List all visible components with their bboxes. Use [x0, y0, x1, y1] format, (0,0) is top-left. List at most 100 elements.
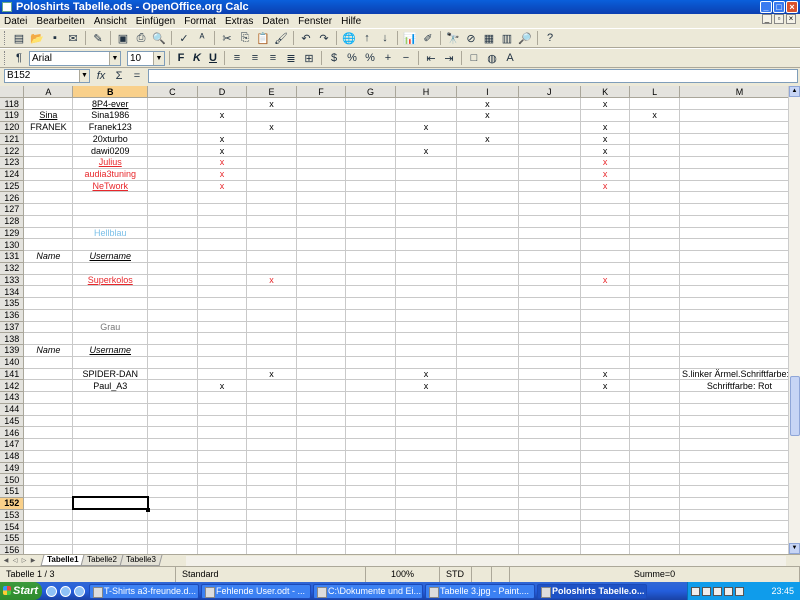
cell-a[interactable] — [23, 168, 74, 181]
cell-i[interactable] — [456, 332, 519, 345]
cell-d[interactable] — [197, 462, 248, 475]
cell-l[interactable] — [629, 473, 680, 486]
cell-i[interactable] — [456, 509, 519, 522]
cell-k[interactable] — [580, 391, 631, 404]
cell-a[interactable] — [23, 438, 74, 451]
cell-b[interactable]: Sina1986 — [72, 109, 149, 122]
cell-h[interactable] — [395, 109, 458, 122]
cell-k[interactable] — [580, 520, 631, 533]
cell-g[interactable] — [345, 450, 396, 463]
cell-b[interactable]: Julius — [72, 156, 149, 169]
row-header[interactable]: 149 — [0, 462, 25, 475]
close-button[interactable]: × — [786, 1, 798, 13]
hyperlink-icon[interactable]: 🌐 — [341, 30, 357, 46]
row-header[interactable]: 130 — [0, 238, 25, 251]
merge-cells-icon[interactable]: ⊞ — [301, 50, 317, 66]
row-header[interactable]: 154 — [0, 520, 25, 533]
doc-restore-button[interactable]: ▫ — [774, 14, 784, 24]
cell-d[interactable] — [197, 274, 248, 287]
cell-d[interactable] — [197, 215, 248, 228]
chevron-down-icon[interactable]: ▼ — [79, 70, 89, 82]
cell-j[interactable] — [518, 509, 581, 522]
cell-b[interactable] — [72, 415, 149, 428]
cell-m[interactable] — [679, 321, 800, 334]
cell-a[interactable] — [23, 332, 74, 345]
cell-l[interactable] — [629, 356, 680, 369]
cell-a[interactable] — [23, 191, 74, 204]
cell-i[interactable] — [456, 262, 519, 275]
cell-a[interactable] — [23, 180, 74, 193]
cell-i[interactable] — [456, 238, 519, 251]
cell-j[interactable] — [518, 274, 581, 287]
cell-d[interactable] — [197, 473, 248, 486]
row-header[interactable]: 153 — [0, 509, 25, 522]
cell-g[interactable] — [345, 426, 396, 439]
cell-c[interactable] — [147, 438, 198, 451]
cell-f[interactable] — [296, 520, 347, 533]
cell-a[interactable] — [23, 215, 74, 228]
horizontal-scrollbar[interactable] — [186, 556, 786, 566]
cell-d[interactable] — [197, 321, 248, 334]
cell-d[interactable] — [197, 438, 248, 451]
function-icon[interactable]: = — [130, 70, 144, 82]
cell-g[interactable] — [345, 133, 396, 146]
cell-m[interactable] — [679, 391, 800, 404]
cell-h[interactable]: x — [395, 121, 458, 134]
cell-d[interactable] — [197, 426, 248, 439]
cell-g[interactable] — [345, 250, 396, 263]
cell-f[interactable] — [296, 426, 347, 439]
menu-fenster[interactable]: Fenster — [295, 15, 335, 29]
cell-i[interactable] — [456, 379, 519, 392]
cell-f[interactable] — [296, 450, 347, 463]
cell-c[interactable] — [147, 285, 198, 298]
cell-c[interactable] — [147, 520, 198, 533]
cell-j[interactable] — [518, 227, 581, 240]
cell-l[interactable] — [629, 227, 680, 240]
cell-l[interactable] — [629, 144, 680, 157]
save-icon[interactable]: ▪ — [47, 30, 63, 46]
cell-e[interactable] — [246, 191, 297, 204]
cell-e[interactable] — [246, 473, 297, 486]
cell-a[interactable] — [23, 450, 74, 463]
column-header-c[interactable]: C — [147, 86, 198, 99]
menu-ansicht[interactable]: Ansicht — [91, 15, 130, 29]
cell-j[interactable] — [518, 391, 581, 404]
row-header[interactable]: 120 — [0, 121, 25, 134]
cell-l[interactable] — [629, 191, 680, 204]
cell-m[interactable] — [679, 191, 800, 204]
sheet-tab-tabelle2[interactable]: Tabelle2 — [80, 555, 124, 566]
row-header[interactable]: 145 — [0, 415, 25, 428]
cell-d[interactable] — [197, 391, 248, 404]
row-header[interactable]: 134 — [0, 285, 25, 298]
cell-k[interactable]: x — [580, 274, 631, 287]
cell-l[interactable] — [629, 379, 680, 392]
network-tray-icon[interactable] — [702, 586, 711, 596]
row-header[interactable]: 126 — [0, 191, 25, 204]
cell-h[interactable] — [395, 462, 458, 475]
cell-g[interactable] — [345, 403, 396, 416]
cell-h[interactable] — [395, 97, 458, 110]
cell-j[interactable] — [518, 309, 581, 322]
cell-c[interactable] — [147, 321, 198, 334]
cell-c[interactable] — [147, 227, 198, 240]
cell-f[interactable] — [296, 497, 347, 510]
cell-f[interactable] — [296, 203, 347, 216]
cell-k[interactable] — [580, 497, 631, 510]
cell-h[interactable] — [395, 227, 458, 240]
cell-i[interactable] — [456, 356, 519, 369]
cell-l[interactable] — [629, 403, 680, 416]
cell-c[interactable] — [147, 262, 198, 275]
cell-d[interactable] — [197, 509, 248, 522]
cell-i[interactable] — [456, 532, 519, 545]
messenger-tray-icon[interactable] — [735, 586, 744, 596]
cell-e[interactable] — [246, 415, 297, 428]
cell-c[interactable] — [147, 497, 198, 510]
cell-k[interactable] — [580, 297, 631, 310]
percent-format-icon[interactable]: % — [344, 50, 360, 66]
cell-g[interactable] — [345, 462, 396, 475]
cell-k[interactable] — [580, 438, 631, 451]
cell-c[interactable] — [147, 191, 198, 204]
cell-i[interactable] — [456, 450, 519, 463]
cell-b[interactable] — [72, 297, 149, 310]
italic-button[interactable]: K — [190, 50, 204, 66]
